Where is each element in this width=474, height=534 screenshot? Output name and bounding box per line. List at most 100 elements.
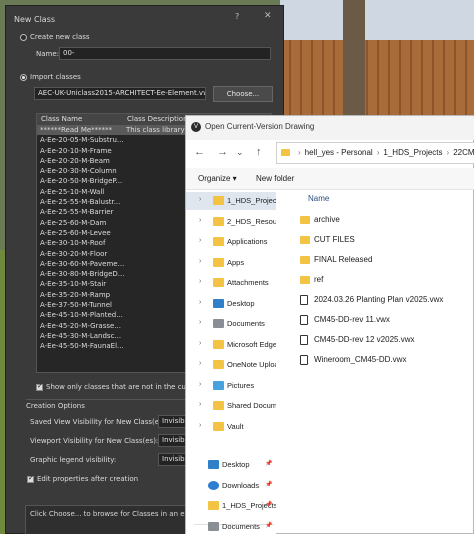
chevron-down-icon[interactable]: ⌄: [236, 147, 244, 158]
file-list: Name archive CUT FILES FINAL Released ref 20…: [282, 191, 474, 534]
breadcrumb-current[interactable]: 22CM45: [453, 148, 474, 157]
chevron-right-icon[interactable]: ›: [199, 319, 201, 326]
legend-label: Graphic legend visibility:: [30, 456, 117, 464]
pin-icon: 📌: [265, 461, 273, 467]
back-arrow-icon[interactable]: ←: [194, 146, 205, 158]
class-description-header[interactable]: Class Description: [123, 114, 188, 125]
class-name-cell: A-Ee-35-20-M-Ramp: [40, 290, 111, 299]
nav-item-label: 1_HDS_Projects: [227, 196, 276, 205]
nav-item[interactable]: Documents 📌: [186, 518, 276, 534]
nav-item[interactable]: › Attachments: [186, 274, 276, 292]
chevron-right-icon[interactable]: ›: [199, 381, 201, 388]
class-name-cell: A-Ee-37-50-M-Tunnel: [40, 301, 112, 310]
class-name-cell: ******Read Me******: [40, 126, 113, 134]
pin-icon: 📌: [265, 481, 273, 488]
chevron-right-icon[interactable]: ›: [199, 258, 201, 265]
nav-item[interactable]: › Pictures: [186, 377, 276, 395]
source-file-dropdown[interactable]: AEC-UK-Uniclass2015-ARCHITECT-Ee-Element…: [34, 87, 206, 100]
class-name-cell: A-Ee-30-60-M-Paveme...: [40, 259, 125, 268]
class-name-cell: A-Ee-30-10-M-Roof: [40, 239, 106, 248]
chevron-right-icon[interactable]: ›: [199, 340, 201, 347]
nav-item[interactable]: › Microsoft Edge: [186, 336, 276, 354]
chevron-right-icon[interactable]: ›: [199, 360, 201, 367]
nav-item[interactable]: 1_HDS_Projects 📌: [186, 497, 276, 515]
chevron-right-icon[interactable]: ›: [199, 278, 201, 285]
nav-item[interactable]: › 2_HDS_Resources: [186, 213, 276, 231]
help-icon[interactable]: ?: [235, 12, 239, 21]
navigation-pane: › 1_HDS_Projects › 2_HDS_Resources › Applicat…: [186, 191, 276, 534]
choose-button[interactable]: Choose...: [213, 86, 273, 102]
class-name-cell: A-Ee-45-50-M-FaunaEl...: [40, 342, 124, 351]
saved-view-label: Saved View Visibility for New Class(es):: [30, 418, 168, 426]
import-classes-radio[interactable]: [20, 74, 27, 81]
nav-item[interactable]: › Documents: [186, 315, 276, 333]
folder-icon: [213, 216, 224, 226]
class-name-cell: A-Ee-30-80-M-BridgeD...: [40, 270, 125, 279]
class-name-cell: A-Ee-45-10-M-Planted...: [40, 311, 123, 320]
chevron-right-icon[interactable]: ›: [199, 299, 201, 306]
nav-item[interactable]: › OneNote Uploads: [186, 356, 276, 374]
nav-item-label: Desktop: [227, 298, 255, 308]
folder-icon: [300, 276, 310, 284]
nav-item[interactable]: › 1_HDS_Projects: [186, 192, 276, 210]
class-name-cell: A-Ee-25-60-M-Dam: [40, 218, 107, 227]
chevron-right-icon[interactable]: ›: [199, 237, 201, 244]
file-name: 2024.03.26 Planting Plan v2025.vwx: [314, 295, 444, 304]
vwx-file-icon: [300, 315, 308, 325]
name-label: Name:: [36, 50, 60, 58]
nav-item-label: Downloads: [222, 480, 260, 490]
folder-icon: [213, 360, 224, 369]
pictures-icon: [213, 380, 224, 390]
class-name-cell: A-Ee-45-20-M-Grasse...: [40, 321, 121, 330]
nav-item[interactable]: › Shared Documents: [186, 397, 276, 415]
class-name-cell: A-Ee-20-30-M-Column: [40, 167, 117, 176]
organize-menu[interactable]: Organize ▾: [198, 174, 237, 183]
edit-properties-checkbox[interactable]: [27, 474, 34, 483]
nav-item-label: Apps: [227, 257, 245, 267]
folder-icon: [213, 421, 224, 431]
nav-item[interactable]: › Desktop: [186, 295, 276, 313]
create-new-radio[interactable]: [20, 34, 27, 41]
chevron-right-icon[interactable]: ›: [199, 422, 201, 429]
chevron-right-icon[interactable]: ›: [199, 401, 201, 408]
vwx-file-icon: [300, 355, 308, 365]
breadcrumb-projects[interactable]: 1_HDS_Projects: [383, 148, 442, 157]
class-name-cell: A-Ee-25-55-M-Balustr...: [40, 198, 121, 207]
vwx-file-icon: [300, 295, 308, 305]
pin-icon: 📌: [265, 522, 273, 529]
breadcrumb-separator: ›: [446, 148, 450, 157]
breadcrumb-separator: ›: [298, 148, 301, 157]
up-arrow-icon[interactable]: ↑: [256, 146, 262, 158]
chevron-right-icon[interactable]: ›: [199, 217, 201, 224]
nav-item-label: Shared Documents: [227, 401, 276, 410]
name-field[interactable]: 00-: [59, 47, 271, 60]
pin-icon: 📌: [265, 502, 273, 508]
folder-icon: [213, 237, 224, 246]
close-icon[interactable]: ✕: [264, 11, 272, 21]
nav-item[interactable]: › Apps: [186, 254, 276, 272]
folder-icon: [300, 236, 310, 244]
chevron-right-icon[interactable]: ›: [199, 196, 201, 203]
folder-icon: [213, 257, 224, 267]
class-name-cell: A-Ee-25-10-M-Wall: [40, 187, 105, 196]
desktop-icon: [213, 298, 224, 308]
address-bar[interactable]: › hell_yes - Personal › 1_HDS_Projects › 22CM…: [276, 142, 474, 164]
class-name-cell: A-Ee-20-50-M-BridgeP...: [40, 177, 123, 186]
breadcrumb-personal[interactable]: hell_yes - Personal: [305, 148, 373, 157]
nav-item[interactable]: Downloads 📌: [186, 477, 276, 495]
edit-properties-label: Edit properties after creation: [37, 475, 139, 483]
import-classes-label: Import classes: [30, 73, 81, 81]
show-only-checkbox[interactable]: [36, 382, 43, 391]
name-column-header[interactable]: Name: [308, 194, 329, 203]
nav-item[interactable]: Desktop 📌: [186, 456, 276, 474]
forward-arrow-icon[interactable]: →: [217, 146, 228, 158]
nav-item[interactable]: › Applications: [186, 233, 276, 251]
command-bar: Organize ▾ New folder: [186, 168, 474, 190]
class-name-cell: A-Ee-35-10-M-Stair: [40, 280, 107, 289]
nav-item[interactable]: › Vault: [186, 418, 276, 436]
new-folder-button[interactable]: New folder: [256, 174, 294, 183]
dialog-title: Open Current-Version Drawing: [205, 122, 315, 131]
file-name: FINAL Released: [314, 255, 373, 264]
file-name: archive: [314, 215, 340, 224]
class-name-header[interactable]: Class Name: [37, 114, 123, 125]
